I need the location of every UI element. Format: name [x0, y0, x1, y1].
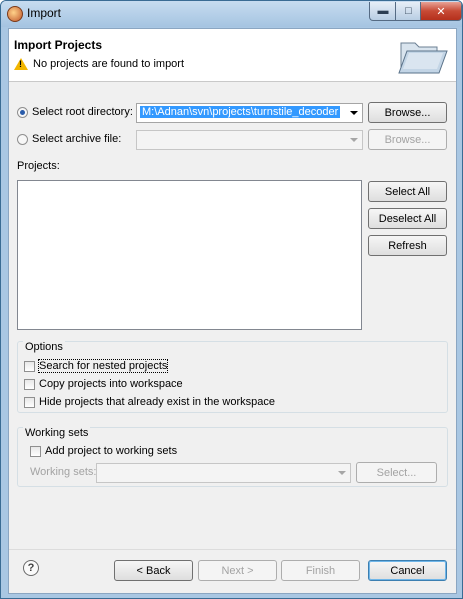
next-button[interactable]: Next > — [198, 560, 277, 581]
next-label: Next > — [221, 564, 254, 577]
dialog-client-area: Import Projects No projects are found to… — [8, 28, 457, 594]
footer-separator — [9, 549, 456, 550]
archive-file-radio-indicator — [17, 133, 28, 145]
header-message: No projects are found to import — [33, 58, 185, 70]
copy-into-workspace-label: Copy projects into workspace — [39, 378, 183, 390]
eclipse-app-icon — [7, 6, 23, 22]
chevron-down-icon — [350, 111, 358, 115]
hide-existing-checkbox[interactable]: Hide projects that already exist in the … — [24, 396, 275, 408]
chevron-down-icon — [350, 138, 358, 142]
wizard-header: Import Projects No projects are found to… — [9, 29, 456, 82]
projects-label: Projects: — [17, 160, 60, 172]
select-archive-file-radio[interactable]: Select archive file: — [17, 133, 121, 145]
title-bar[interactable]: Import ▬ □ ✕ — [1, 1, 462, 27]
finish-button[interactable]: Finish — [281, 560, 360, 581]
import-dialog-window: Import ▬ □ ✕ Import Projects No projects… — [0, 0, 463, 599]
search-nested-checkbox-box — [24, 360, 35, 372]
maximize-icon: □ — [405, 5, 412, 17]
select-root-directory-radio[interactable]: Select root directory: — [17, 106, 133, 118]
add-to-working-sets-checkbox-box — [30, 445, 41, 457]
deselect-all-label: Deselect All — [378, 212, 437, 225]
maximize-button[interactable]: □ — [395, 2, 422, 21]
browse-root-label: Browse... — [384, 106, 431, 119]
page-title: Import Projects — [14, 38, 103, 52]
close-button[interactable]: ✕ — [420, 2, 462, 21]
window-title: Import — [27, 6, 62, 20]
root-directory-combo[interactable]: M:\Adnan\svn\projects\turnstile_decoder — [136, 103, 363, 123]
add-to-working-sets-checkbox[interactable]: Add project to working sets — [30, 445, 177, 457]
browse-archive-label: Browse... — [384, 133, 431, 146]
deselect-all-button[interactable]: Deselect All — [368, 208, 447, 229]
add-to-working-sets-label: Add project to working sets — [45, 445, 178, 457]
hide-existing-checkbox-box — [24, 396, 35, 408]
refresh-label: Refresh — [388, 239, 427, 252]
root-directory-label: Select root directory: — [32, 106, 133, 118]
minimize-button[interactable]: ▬ — [369, 2, 397, 21]
archive-file-label: Select archive file: — [32, 133, 122, 145]
browse-root-button[interactable]: Browse... — [368, 102, 447, 123]
browse-archive-button[interactable]: Browse... — [368, 129, 447, 150]
close-icon: ✕ — [436, 5, 446, 18]
back-button[interactable]: < Back — [114, 560, 193, 581]
minimize-icon: ▬ — [377, 5, 389, 17]
chevron-down-icon — [338, 471, 346, 475]
select-working-sets-button[interactable]: Select... — [356, 462, 437, 483]
help-icon[interactable]: ? — [23, 560, 39, 576]
cancel-label: Cancel — [390, 564, 425, 577]
archive-file-combo[interactable] — [136, 130, 363, 150]
copy-into-workspace-checkbox-box — [24, 378, 35, 390]
select-working-sets-label: Select... — [376, 466, 417, 479]
copy-into-workspace-checkbox[interactable]: Copy projects into workspace — [24, 378, 183, 390]
select-all-label: Select All — [384, 185, 431, 198]
options-title: Options — [23, 341, 65, 353]
root-directory-value: M:\Adnan\svn\projects\turnstile_decoder — [140, 106, 341, 118]
search-nested-checkbox[interactable]: Search for nested projects — [24, 359, 169, 373]
finish-label: Finish — [305, 564, 336, 577]
working-sets-combo[interactable] — [96, 463, 351, 483]
refresh-button[interactable]: Refresh — [368, 235, 447, 256]
warning-icon — [14, 58, 28, 70]
options-group: Options Search for nested projects Copy … — [17, 341, 448, 413]
working-sets-title: Working sets — [23, 427, 91, 439]
search-nested-label: Search for nested projects — [37, 359, 169, 373]
working-sets-group: Working sets Add project to working sets… — [17, 427, 448, 487]
back-label: < Back — [136, 564, 171, 577]
select-all-button[interactable]: Select All — [368, 181, 447, 202]
root-directory-radio-indicator — [17, 106, 28, 118]
working-sets-label: Working sets: — [30, 466, 97, 478]
projects-list[interactable] — [17, 180, 362, 330]
hide-existing-label: Hide projects that already exist in the … — [39, 396, 276, 408]
open-folder-icon — [398, 42, 448, 74]
cancel-button[interactable]: Cancel — [368, 560, 447, 581]
